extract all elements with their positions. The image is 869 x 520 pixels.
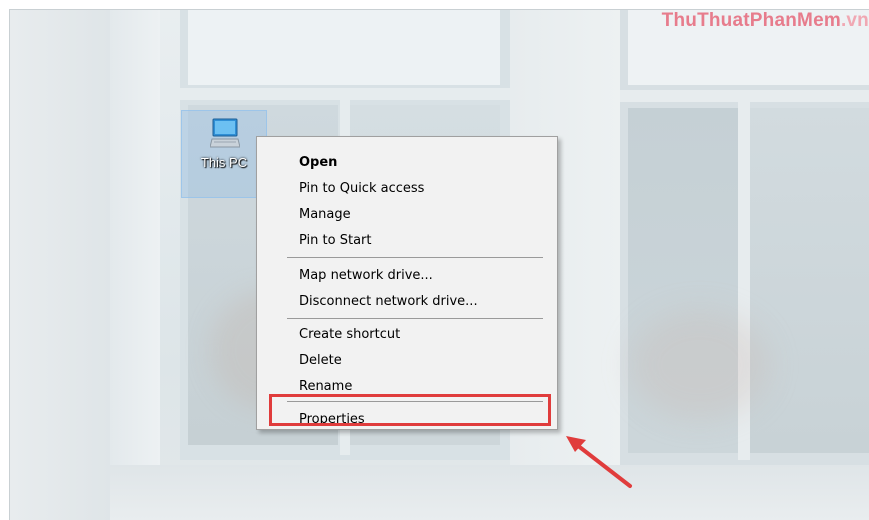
- menu-item-delete[interactable]: Delete: [299, 349, 342, 373]
- watermark-part: ThuThuat: [661, 10, 750, 31]
- context-menu: Open Pin to Quick access Manage Pin to S…: [256, 136, 558, 430]
- menu-item-disconnect-network-drive[interactable]: Disconnect network drive...: [299, 290, 478, 314]
- menu-item-manage[interactable]: Manage: [299, 203, 351, 227]
- menu-item-pin-quick-access[interactable]: Pin to Quick access: [299, 177, 424, 201]
- menu-separator: [287, 318, 543, 319]
- watermark: ThuThuatPhanMem.vn: [662, 10, 869, 32]
- menu-item-pin-to-start[interactable]: Pin to Start: [299, 229, 371, 253]
- wall: [10, 10, 110, 520]
- window-left-top-pane: [188, 10, 500, 85]
- pillar: [110, 10, 160, 520]
- window-sill: [110, 465, 869, 520]
- menu-item-map-network-drive[interactable]: Map network drive...: [299, 264, 433, 288]
- menu-item-open[interactable]: Open: [299, 151, 337, 175]
- desktop-icon-label: This PC: [200, 155, 248, 170]
- computer-icon: [210, 118, 240, 148]
- background-haze: [630, 310, 770, 420]
- watermark-part: PhanMem: [749, 10, 841, 31]
- properties-highlight-box: [269, 394, 551, 426]
- desktop-icon-this-pc[interactable]: This PC: [181, 110, 267, 198]
- menu-separator: [287, 257, 543, 258]
- menu-item-create-shortcut[interactable]: Create shortcut: [299, 323, 400, 347]
- window-right-pane: [750, 108, 869, 453]
- watermark-part: .vn: [840, 10, 869, 31]
